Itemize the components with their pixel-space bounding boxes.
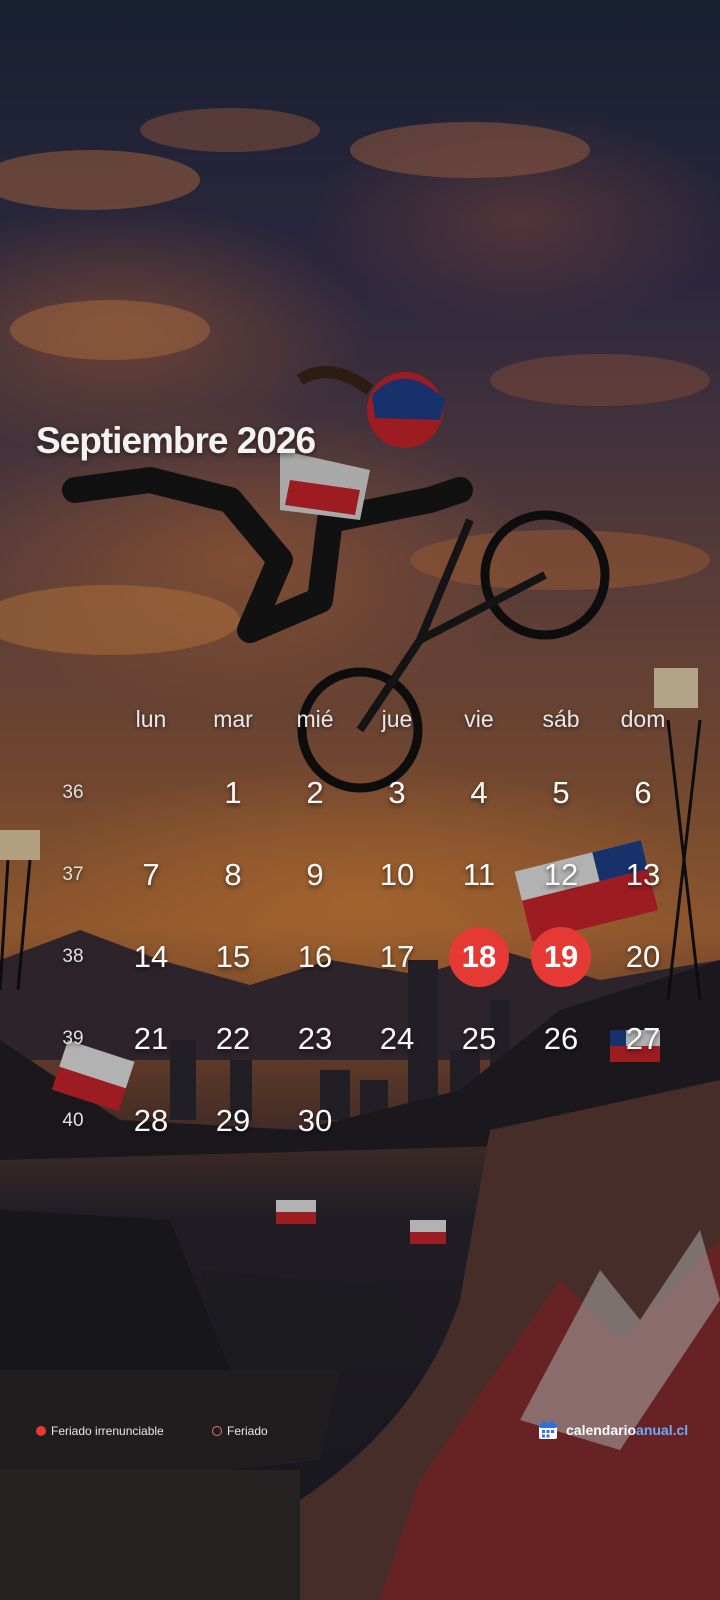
day-cell: 26	[543, 1021, 579, 1056]
day-cell: 12	[543, 857, 579, 892]
day-cell: 5	[552, 775, 570, 810]
day-cell: 10	[379, 857, 415, 892]
day-cell: 29	[215, 1103, 251, 1138]
week-number: 38	[62, 946, 84, 967]
red-ring-icon	[212, 1426, 222, 1436]
day-cell: 28	[133, 1103, 169, 1138]
day-cell: 17	[379, 939, 415, 974]
day-cell: 2	[306, 775, 324, 810]
weekday-header: dom	[620, 706, 666, 732]
legend-strict-label: Feriado irrenunciable	[51, 1424, 164, 1438]
day-cell: 11	[462, 857, 496, 892]
day-cell: 13	[625, 857, 661, 892]
weekday-header: vie	[464, 706, 494, 732]
brand-name: calendario	[566, 1422, 637, 1438]
weekday-header: sáb	[542, 706, 580, 732]
day-cell: 27	[625, 1021, 661, 1056]
weekday-header: lun	[135, 706, 167, 732]
day-cell: 14	[133, 939, 169, 974]
week-number: 40	[62, 1110, 84, 1131]
day-cell: 7	[142, 857, 160, 892]
day-cell: 20	[625, 939, 661, 974]
weekday-header: mié	[296, 706, 334, 732]
day-cell-holiday: 18	[449, 927, 509, 987]
calendar-icon	[539, 1420, 557, 1439]
day-cell: 24	[379, 1021, 415, 1056]
day-cell: 25	[461, 1021, 497, 1056]
day-cell: 15	[215, 939, 251, 974]
day-cell: 21	[133, 1021, 169, 1056]
brand-domain: anual.cl	[636, 1422, 689, 1438]
day-cell: 1	[224, 775, 242, 810]
day-cell-holiday: 19	[531, 927, 591, 987]
month-title: Septiembre 2026	[36, 420, 316, 461]
day-cell: 4	[470, 775, 488, 810]
day-cell: 9	[306, 857, 324, 892]
brand-logo: calendario anual.cl	[538, 1420, 688, 1440]
dark-overlay	[0, 0, 720, 1600]
day-cell: 6	[634, 775, 652, 810]
weekday-header: jue	[381, 706, 413, 732]
weekday-header: mar	[213, 706, 253, 732]
red-dot-icon	[36, 1426, 46, 1436]
legend-regular: Feriado	[212, 1424, 268, 1438]
legend-strict: Feriado irrenunciable	[36, 1424, 164, 1438]
week-number: 36	[62, 782, 84, 803]
week-number: 39	[62, 1028, 84, 1049]
day-cell: 23	[297, 1021, 333, 1056]
day-cell: 8	[224, 857, 242, 892]
week-number: 37	[62, 864, 84, 885]
day-cell: 22	[215, 1021, 251, 1056]
wallpaper: Septiembre 2026 lun mar mié jue vie sáb dom 36 1…	[0, 0, 720, 1600]
day-cell: 16	[297, 939, 333, 974]
day-cell: 30	[297, 1103, 333, 1138]
legend-regular-label: Feriado	[227, 1424, 268, 1438]
day-cell: 3	[388, 775, 406, 810]
